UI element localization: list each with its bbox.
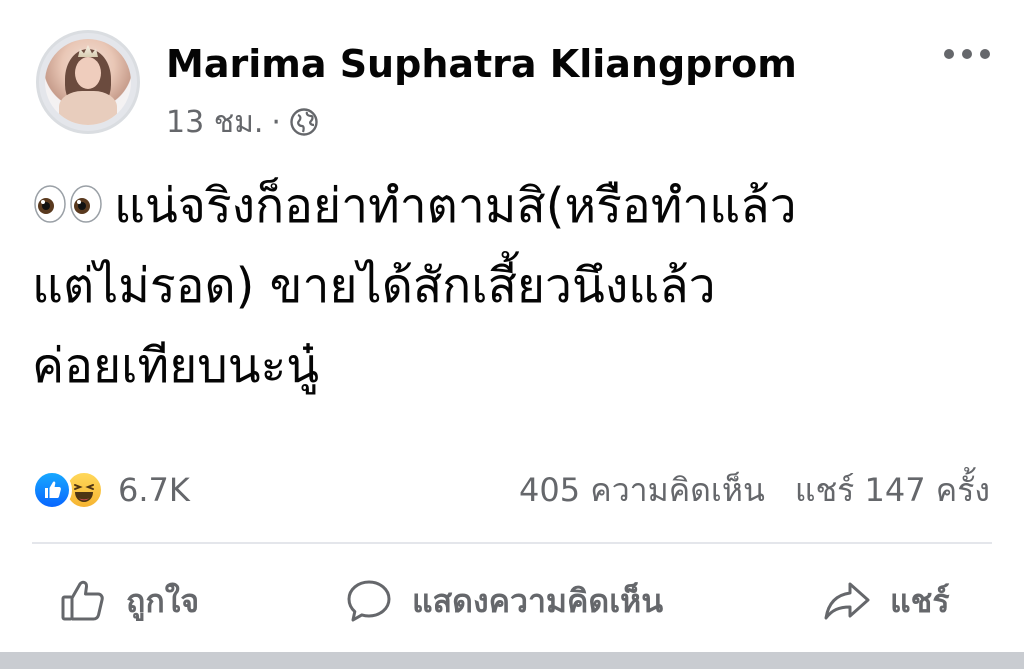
reactions-summary[interactable]: 6.7K bbox=[32, 468, 190, 512]
action-bar: ถูกใจ แสดงความคิดเห็น แชร์ bbox=[0, 556, 1024, 646]
post-timestamp[interactable]: 13 ชม. bbox=[166, 99, 263, 146]
post-text-line: แต่ไม่รอด) ขายได้สักเสี้ยวนึงแล้ว bbox=[32, 258, 716, 314]
reaction-count: 6.7K bbox=[118, 471, 190, 509]
share-button[interactable]: แชร์ bbox=[822, 556, 950, 646]
comment-icon bbox=[347, 580, 391, 622]
avatar-photo bbox=[45, 39, 131, 125]
comment-button[interactable]: แสดงความคิดเห็น bbox=[344, 556, 663, 646]
divider bbox=[32, 542, 992, 544]
meta-separator: · bbox=[271, 104, 281, 140]
eyes-icon bbox=[34, 185, 102, 223]
author-name[interactable]: Marima Suphatra Kliangprom bbox=[166, 42, 797, 86]
share-label: แชร์ bbox=[890, 581, 950, 620]
author-avatar[interactable] bbox=[36, 30, 140, 134]
more-options-icon[interactable] bbox=[944, 44, 990, 64]
feed-separator bbox=[0, 652, 1024, 669]
like-label: ถูกใจ bbox=[126, 581, 200, 620]
post-card: Marima Suphatra Kliangprom 13 ชม. · แน่จ… bbox=[0, 0, 1024, 652]
comment-count[interactable]: 405 ความคิดเห็น bbox=[519, 465, 765, 516]
share-arrow-icon bbox=[824, 582, 870, 620]
post-text: แน่จริงก็อย่าทำตามสิ(หรือทำแล้ว แต่ไม่รอ… bbox=[32, 166, 992, 406]
post-text-line: แน่จริงก็อย่าทำตามสิ(หรือทำแล้ว bbox=[32, 166, 992, 246]
engagement-stats: 405 ความคิดเห็น แชร์ 147 ครั้ง bbox=[519, 468, 990, 512]
comment-label: แสดงความคิดเห็น bbox=[412, 581, 664, 620]
thumbs-up-icon bbox=[61, 580, 104, 621]
globe-icon bbox=[290, 108, 318, 136]
post-text-line: ค่อยเทียบนะนู๋ bbox=[32, 338, 320, 394]
like-icon bbox=[32, 470, 72, 510]
like-button[interactable]: ถูกใจ bbox=[58, 556, 199, 646]
share-count[interactable]: แชร์ 147 ครั้ง bbox=[795, 465, 990, 516]
post-meta: 13 ชม. · bbox=[166, 104, 319, 140]
